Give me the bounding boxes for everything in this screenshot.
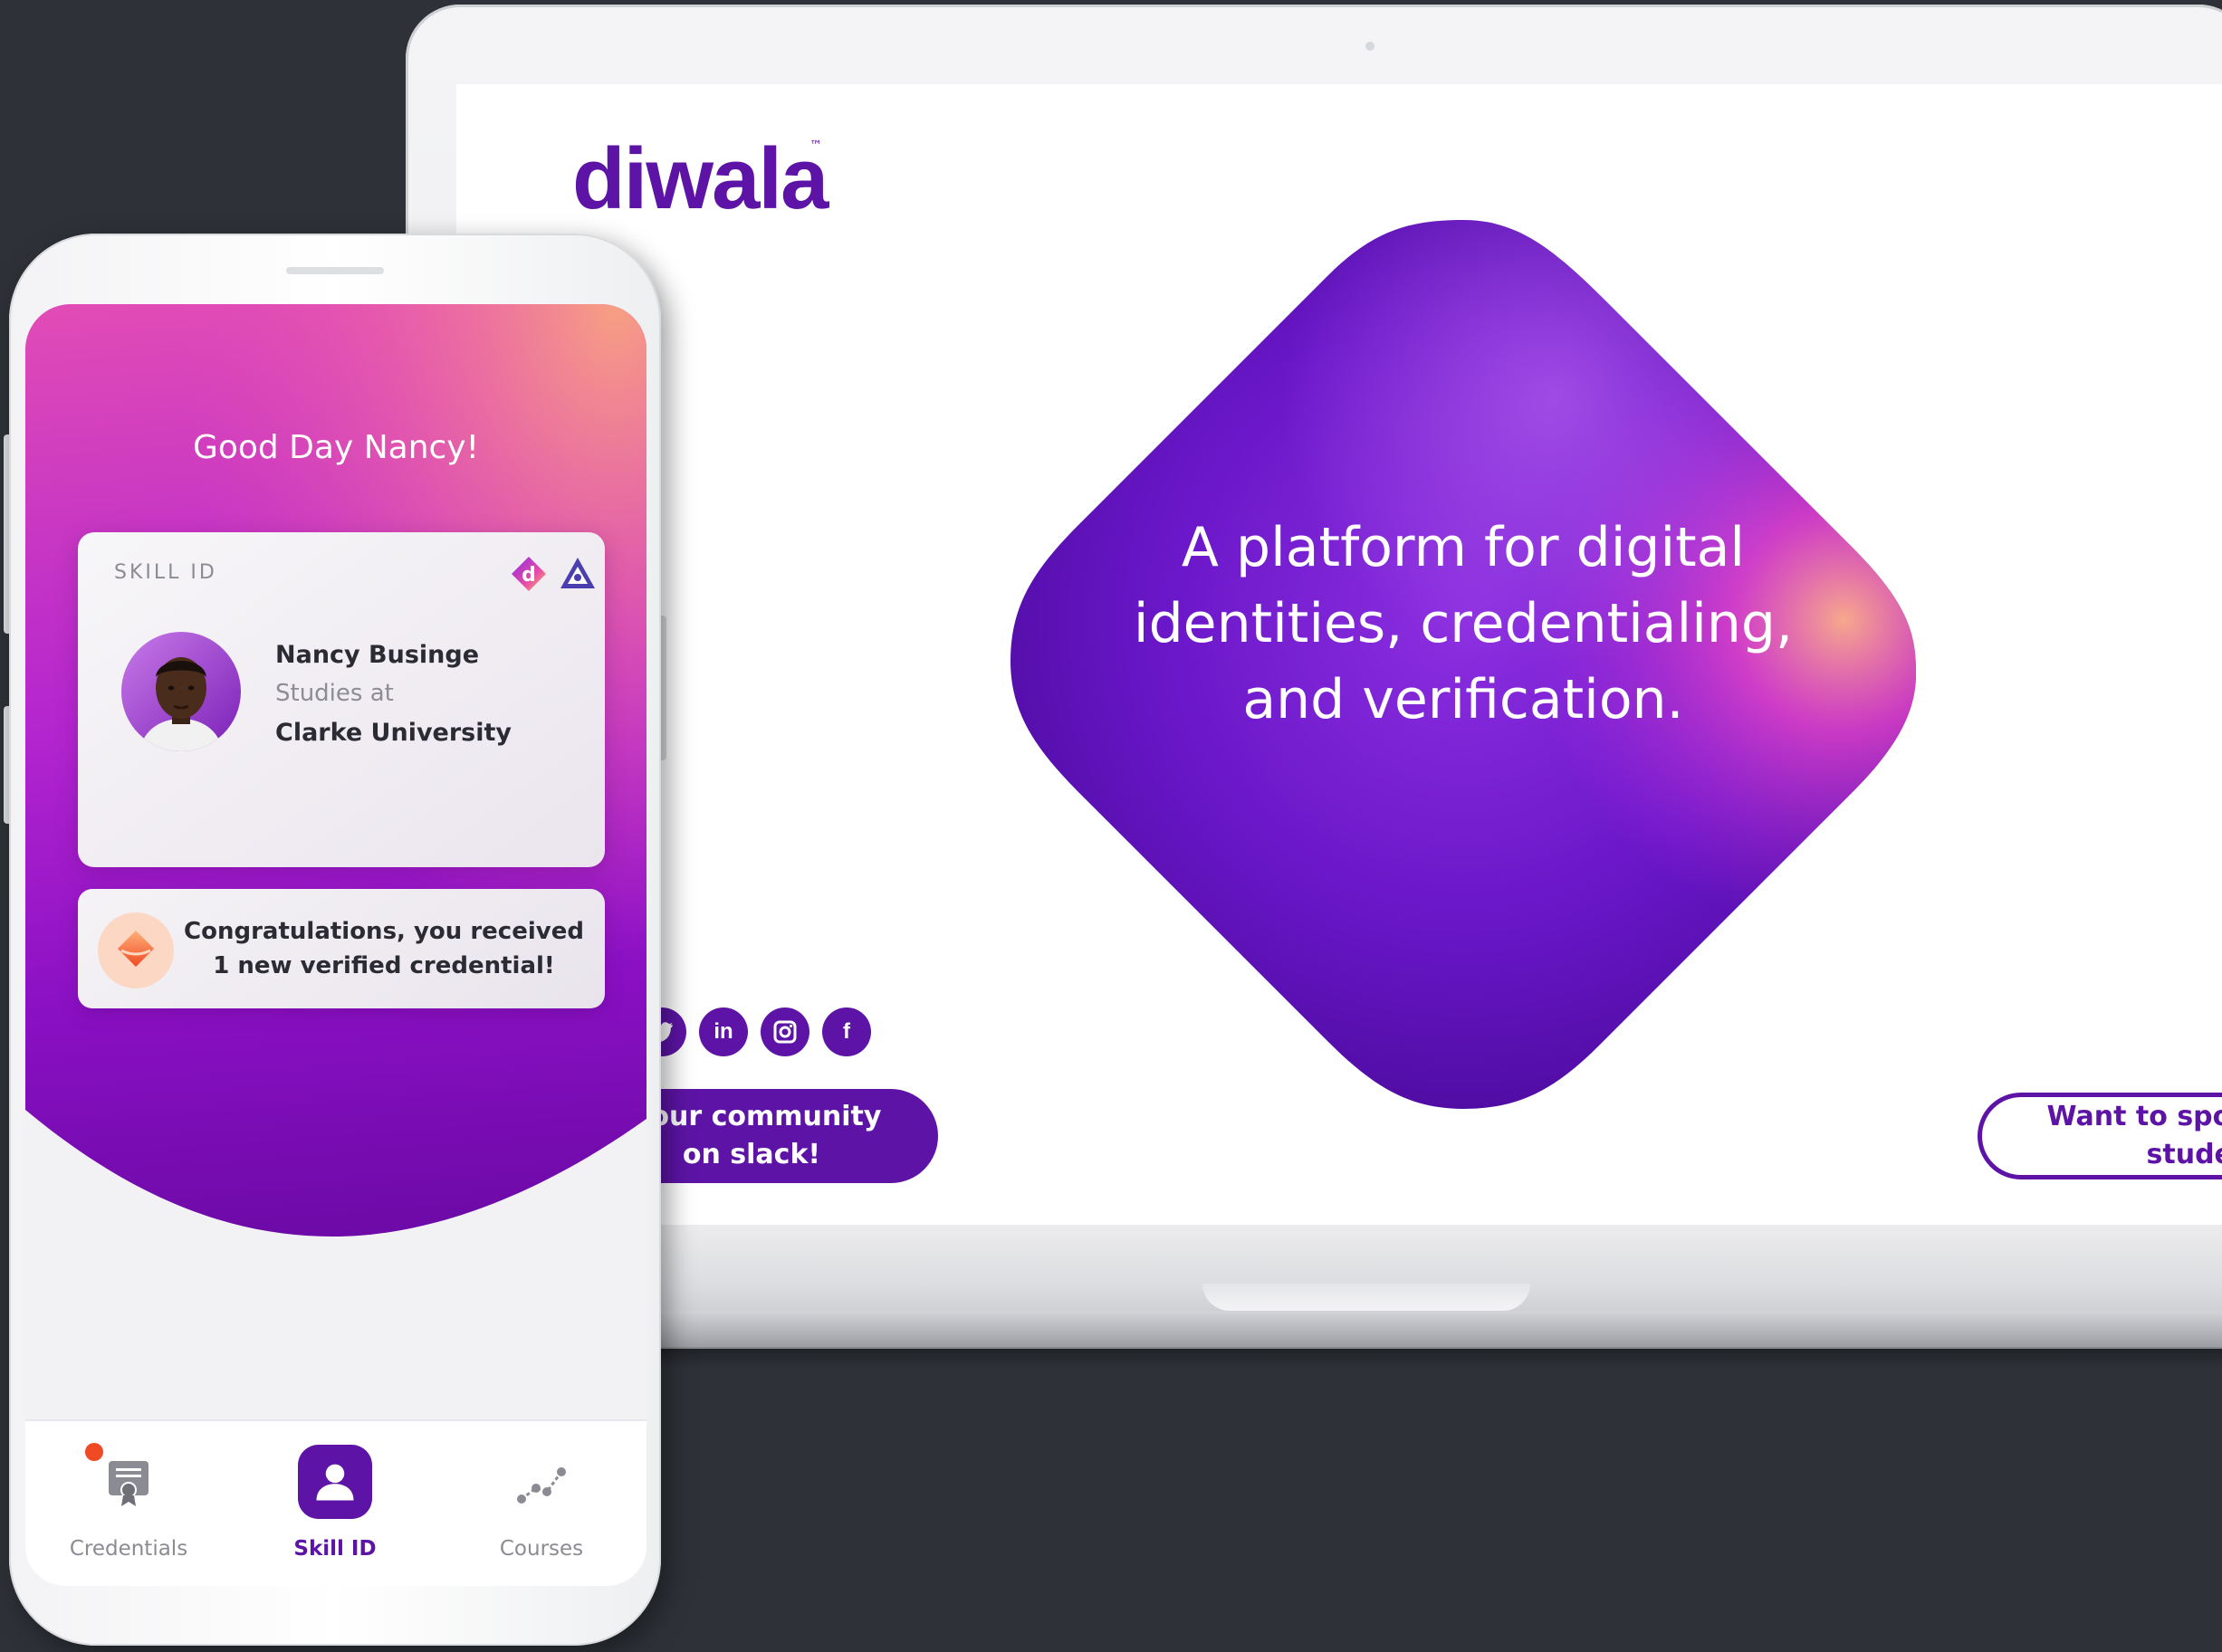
notification-line-2: 1 new verified credential!: [213, 952, 555, 979]
social-links: in f: [637, 1007, 871, 1058]
laptop-bottom-edge: [406, 1311, 2222, 1347]
hero-line-1: A platform for digital: [1181, 516, 1746, 579]
tab-skill-id[interactable]: Skill ID: [232, 1421, 438, 1586]
laptop-shadow: [435, 1347, 2222, 1369]
bottom-tab-bar: Credentials Skill ID Courses: [25, 1419, 646, 1586]
phone-speaker: [286, 267, 384, 274]
university-name: Clarke University: [275, 719, 512, 747]
phone-screen: Good Day Nancy! SKILL ID d Nancy Businge…: [25, 304, 646, 1586]
facebook-icon[interactable]: f: [822, 1007, 871, 1056]
notification-text: Congratulations, you received 1 new veri…: [179, 914, 589, 983]
instagram-icon[interactable]: [761, 1007, 809, 1056]
notification-line-1: Congratulations, you received: [184, 918, 584, 945]
laptop-screen: diwala ™ A platform for digital identiti: [456, 84, 2222, 1225]
certificate-icon: [109, 1461, 148, 1506]
avatar: [121, 632, 241, 751]
credential-badge-icon: [98, 912, 174, 988]
person-icon: [298, 1445, 372, 1519]
tab-credentials-label: Credentials: [69, 1537, 188, 1561]
diwala-logo-icon: d: [512, 557, 546, 591]
tab-courses-label: Courses: [499, 1537, 584, 1561]
studies-at-label: Studies at: [275, 680, 394, 707]
skill-card-title: SKILL ID: [114, 561, 217, 584]
hero-line-3: and verification.: [1242, 668, 1684, 731]
laptop-camera: [1365, 42, 1374, 51]
svg-text:d: d: [522, 564, 536, 587]
sponsor-button-line-1: Want to spons: [2046, 1101, 2222, 1132]
sponsor-button-line-2: student?: [2146, 1139, 2222, 1170]
partner-triangle-icon: [560, 558, 595, 588]
sponsor-student-button[interactable]: Want to spons student?: [1978, 1093, 2222, 1179]
credential-notification[interactable]: Congratulations, you received 1 new veri…: [78, 889, 605, 1008]
tab-courses[interactable]: Courses: [438, 1421, 645, 1586]
laptop-hinge-notch: [1202, 1284, 1530, 1311]
path-icon: [517, 1467, 566, 1504]
tab-credentials[interactable]: Credentials: [25, 1421, 232, 1586]
brand-logo[interactable]: diwala: [572, 129, 828, 229]
hero-line-2: identities, credentialing,: [1133, 592, 1794, 655]
linkedin-icon[interactable]: in: [699, 1007, 748, 1056]
hero-tagline: A platform for digital identities, crede…: [1079, 510, 1847, 738]
trademark-mark: ™: [809, 138, 822, 153]
skill-id-card[interactable]: SKILL ID d Nancy Businge Studies at Clar…: [78, 532, 605, 867]
student-name: Nancy Businge: [275, 641, 480, 669]
greeting-text: Good Day Nancy!: [192, 429, 480, 466]
tab-skill-id-label: Skill ID: [293, 1537, 377, 1561]
